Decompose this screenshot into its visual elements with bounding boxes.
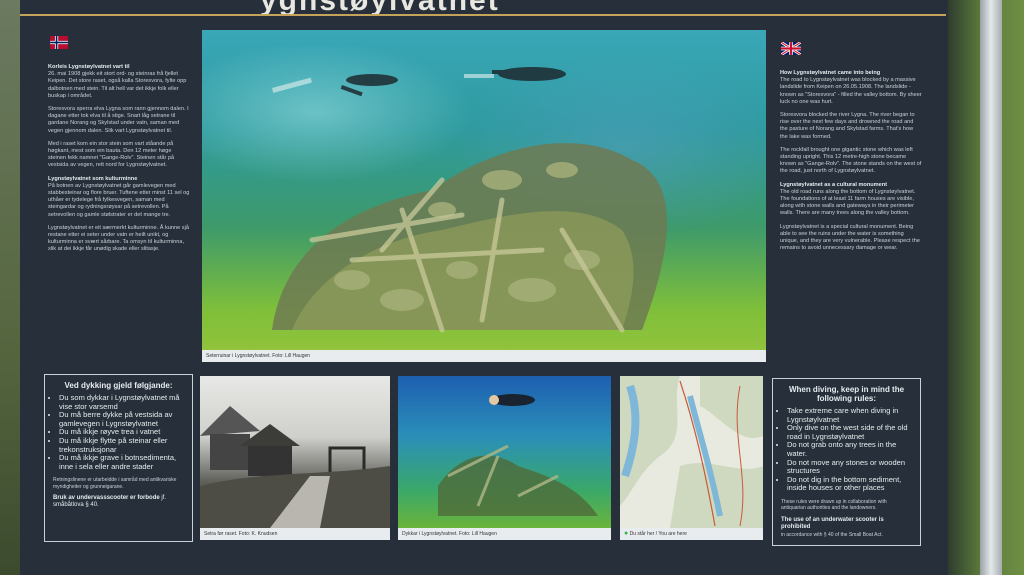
rule-item: Do not grab onto any trees in the water. — [787, 441, 914, 458]
en-paragraph: The rockfall brought one gigantic stone … — [780, 146, 922, 175]
diving-rules-english: When diving, keep in mind the following … — [772, 378, 921, 546]
rules-en-heading: When diving, keep in mind the following … — [788, 385, 905, 403]
no-heading-monument: Lygnstøylvatnet som kulturminne — [48, 175, 138, 182]
en-paragraph: The old road runs along the bottom of Ly… — [780, 188, 916, 217]
no-paragraph: Med i raset kom ein stor stein som vart … — [48, 140, 175, 169]
rule-item: Du må ikkje grave i botnsedimenta, inne … — [59, 453, 186, 471]
no-paragraph: På botnen av Lygnstøylvatnet går gamleve… — [48, 182, 190, 218]
no-paragraph: Lygnstøylvatnet er eit særmerkt kulturmi… — [48, 224, 189, 253]
diver-photo-caption: Dykkar i Lygnstøylvatnet. Foto: Lill Hau… — [398, 528, 611, 540]
rules-en-scooter: The use of an underwater scooter is proh… — [781, 516, 884, 530]
rule-item: Only dive on the west side of the old ro… — [787, 423, 914, 441]
rule-item: Du som dykkar i Lygnstøylvatnet må vise … — [59, 393, 186, 411]
rules-no-heading: Ved dykking gjeld følgjande: — [64, 381, 173, 390]
en-paragraph: Storesvora blocked the river Lygna. The … — [780, 112, 915, 140]
english-text-column: How Lygnstøylvatnet came into being The … — [780, 70, 922, 258]
rule-item: Du må berre dykke på vestsida av gamleve… — [59, 410, 186, 428]
location-map — [620, 376, 763, 528]
map-illustration — [620, 376, 763, 528]
main-photo-caption: Seterruinar i Lygnstøylvatnet. Foto: Lil… — [202, 350, 766, 362]
underwater-scene-illustration — [272, 67, 667, 333]
en-paragraph: The road to Lygnstøylvatnet was blocked … — [780, 77, 922, 105]
norwegian-flag-icon — [50, 36, 68, 49]
diver-illustration — [438, 394, 598, 516]
rule-item: Take extreme care when diving in Lygnstø… — [787, 406, 914, 424]
rules-no-scooter: Bruk av undervassscooter er forbode jf. … — [53, 495, 184, 509]
no-paragraph: Storesvora sperra elva Lygna som rann gj… — [48, 106, 189, 134]
diving-rules-norwegian: Ved dykking gjeld følgjande: Du som dykk… — [44, 374, 193, 542]
no-paragraph: 26. mai 1908 gjekk eit stort ord- og ste… — [48, 71, 187, 99]
rule-item: Do not dig in the bottom sediment, insid… — [787, 475, 914, 493]
underwater-ruins-photo — [202, 30, 766, 360]
rules-no-note: Retningslinene er utarbeidde i samråd me… — [53, 477, 177, 490]
sign-post — [980, 0, 1002, 575]
rules-en-list: Take extreme care when diving in Lygnstø… — [773, 406, 920, 493]
en-heading-monument: Lygnstøylvatnet as a cultural monument — [780, 181, 888, 188]
scooter-prohibition: Bruk av undervassscooter er forbode — [53, 495, 160, 502]
diver-photo — [398, 376, 611, 528]
en-paragraph: Lygnstøylvatnet is a special cultural mo… — [780, 223, 920, 252]
you-are-here-label: Du står her / You are here — [629, 531, 687, 537]
rule-item: Do not move any stones or wooden structu… — [787, 458, 914, 476]
uk-flag-icon — [781, 42, 801, 55]
rule-item: Du må ikkje flytte på steinar eller trek… — [59, 436, 186, 454]
historic-photo-caption: Setra før raset. Foto: K. Knudsen — [200, 528, 390, 540]
en-heading-origin: How Lygnstøylvatnet came into being — [780, 70, 881, 76]
norwegian-text-column: Korleis Lygnstøylvatnet vart til 26. mai… — [48, 64, 190, 260]
rules-no-list: Du som dykkar i Lygnstøylvatnet må vise … — [45, 393, 192, 471]
historic-seter-photo — [200, 376, 390, 528]
you-are-here-icon: ● — [624, 530, 629, 537]
rules-en-scooter-ref: in accordance with § 40 of the Small Boa… — [781, 531, 883, 538]
background-grass-left — [0, 0, 22, 575]
map-legend: ● Du står her / You are here — [620, 528, 763, 540]
rules-en-note: These rules were drawn up in collaborati… — [781, 498, 887, 512]
historic-seter-illustration — [200, 406, 390, 528]
top-divider — [20, 14, 946, 16]
